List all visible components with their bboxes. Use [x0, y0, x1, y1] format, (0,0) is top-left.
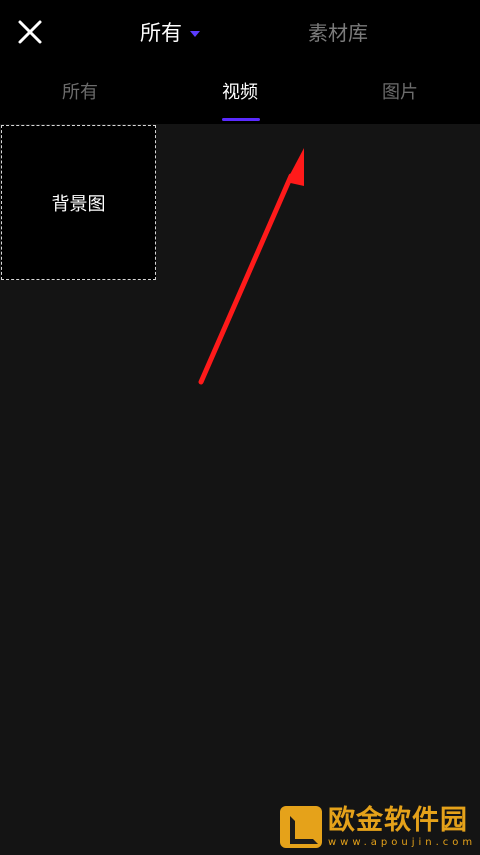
watermark-text: 欧金软件园 www.apoujin.com	[328, 807, 476, 848]
close-icon	[18, 20, 42, 44]
tile-label: 背景图	[51, 193, 106, 215]
tab-images[interactable]: 图片	[382, 76, 418, 110]
album-selector[interactable]: 所有	[140, 16, 200, 50]
app-screen: 所有 素材库 所有 视频 图片 背景图 欧金软件园 www.apoujin.co…	[0, 0, 480, 855]
header-title: 所有	[140, 21, 182, 45]
watermark: 欧金软件园 www.apoujin.com	[280, 802, 476, 852]
top-bar: 所有 素材库 所有 视频 图片	[0, 0, 480, 124]
watermark-url: www.apoujin.com	[328, 836, 477, 848]
tab-all[interactable]: 所有	[62, 76, 98, 110]
active-tab-indicator	[222, 118, 260, 121]
watermark-name: 欧金软件园	[328, 804, 468, 836]
background-image-tile[interactable]: 背景图	[1, 125, 156, 280]
close-button[interactable]	[12, 14, 48, 50]
tab-video[interactable]: 视频	[222, 76, 258, 110]
watermark-logo-icon	[280, 806, 322, 848]
chevron-down-icon	[190, 31, 200, 37]
material-library-tab[interactable]: 素材库	[308, 16, 368, 50]
